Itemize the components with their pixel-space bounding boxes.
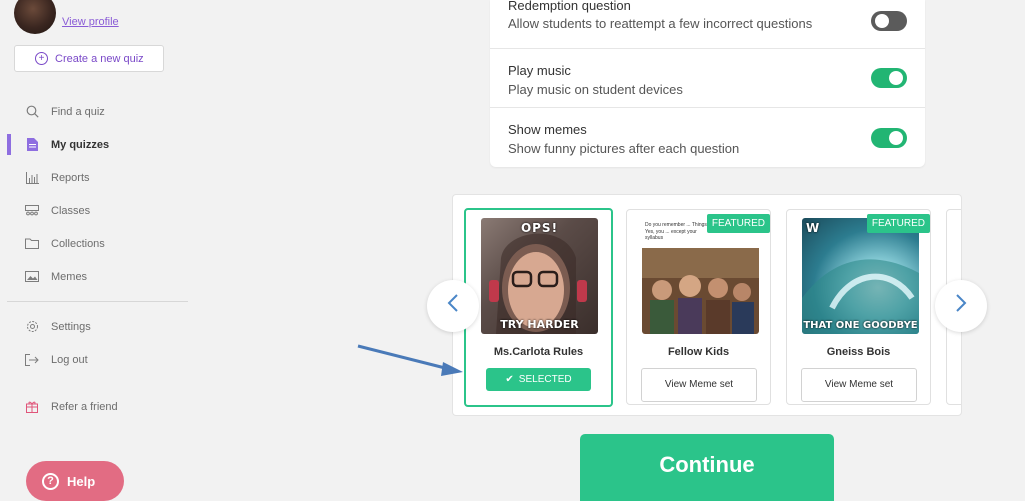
selected-button[interactable]: ✔ SELECTED	[486, 368, 591, 391]
selected-label: SELECTED	[518, 374, 572, 385]
sidebar-item-collections[interactable]: Collections	[0, 227, 188, 260]
chevron-left-icon	[447, 293, 459, 319]
meme-thumbnail: OPS! TRY HARDER	[481, 218, 598, 334]
carousel-next-button[interactable]	[935, 280, 987, 332]
sidebar-item-label: My quizzes	[51, 138, 110, 151]
plus-icon: +	[35, 52, 48, 65]
view-profile-link[interactable]: View profile	[62, 16, 119, 28]
view-meme-set-button[interactable]: View Meme set	[641, 368, 757, 402]
profile-area: View profile	[14, 0, 184, 40]
featured-badge: FEATURED	[706, 214, 770, 233]
sidebar-item-reports[interactable]: Reports	[0, 161, 188, 194]
meme-set-name: Fellow Kids	[667, 346, 730, 358]
play-music-toggle[interactable]	[871, 68, 907, 88]
meme-card[interactable]: OPS! TRY HARDER Ms.Carlota Rules ✔ SELEC…	[464, 208, 613, 407]
meme-top-text: OPS!	[520, 221, 559, 235]
meme-set-name: Ms.Carlota Rules	[493, 346, 584, 358]
meme-set-name: Gneiss Bois	[826, 346, 891, 358]
create-quiz-button[interactable]: + Create a new quiz	[14, 45, 164, 72]
setting-show-memes: Show memes Show funny pictures after eac…	[490, 109, 925, 167]
folder-icon	[25, 237, 39, 251]
sidebar-item-label: Collections	[51, 237, 105, 250]
check-icon: ✔	[505, 374, 514, 385]
gear-icon	[25, 320, 39, 334]
setting-title: Redemption question	[508, 0, 631, 13]
sidebar-item-classes[interactable]: Classes	[0, 194, 188, 227]
create-quiz-label: Create a new quiz	[55, 52, 144, 65]
show-memes-toggle[interactable]	[871, 128, 907, 148]
meme-bottom-text: TRY HARDER	[500, 318, 579, 331]
sidebar-item-memes[interactable]: Memes	[0, 260, 188, 293]
setting-description: Show funny pictures after each question	[508, 141, 740, 156]
image-icon	[25, 270, 39, 284]
question-icon: ?	[42, 472, 59, 490]
setting-description: Allow students to reattempt a few incorr…	[508, 16, 813, 31]
sidebar-item-label: Memes	[51, 270, 88, 283]
sidebar-item-find-quiz[interactable]: Find a quiz	[0, 95, 188, 128]
meme-bottom-text: THAT ONE GOODBYE	[803, 320, 918, 331]
classes-icon	[25, 204, 39, 218]
redemption-toggle[interactable]	[871, 11, 907, 31]
setting-title: Play music	[508, 63, 571, 78]
setting-play-music: Play music Play music on student devices	[490, 50, 925, 108]
meme-thumbnail: W THAT ONE GOODBYE	[802, 218, 919, 334]
chevron-right-icon	[955, 293, 967, 319]
sidebar-nav: Find a quiz My quizzes Reports Classes C…	[0, 95, 188, 423]
sidebar-item-label: Reports	[51, 171, 90, 184]
meme-card[interactable]: W THAT ONE GOODBYE FEATURED Gneiss Bois …	[786, 209, 931, 405]
sidebar-divider	[7, 301, 188, 302]
sidebar-item-settings[interactable]: Settings	[0, 310, 188, 343]
meme-card[interactable]: Do you remember ... Things? Yes, you ...…	[626, 209, 771, 405]
search-icon	[25, 105, 39, 119]
meme-thumbnail: Do you remember ... Things? Yes, you ...…	[642, 218, 759, 334]
help-button[interactable]: ? Help	[26, 461, 124, 501]
sidebar-item-label: Refer a friend	[51, 400, 118, 413]
continue-button[interactable]: Continue	[580, 434, 834, 501]
bar-chart-icon	[25, 171, 39, 185]
sidebar-item-label: Settings	[51, 320, 91, 333]
document-icon	[25, 138, 39, 152]
help-label: Help	[67, 473, 96, 489]
avatar[interactable]	[14, 0, 56, 34]
setting-title: Show memes	[508, 122, 587, 137]
view-meme-set-button[interactable]: View Meme set	[801, 368, 917, 402]
sidebar-item-refer-friend[interactable]: Refer a friend	[0, 390, 188, 423]
sidebar: View profile + Create a new quiz Find a …	[0, 0, 188, 501]
sidebar-item-my-quizzes[interactable]: My quizzes	[0, 128, 188, 161]
quiz-settings-panel: Redemption question Allow students to re…	[490, 0, 925, 167]
logout-icon	[25, 353, 39, 367]
gift-icon	[25, 400, 39, 414]
sidebar-item-label: Find a quiz	[51, 105, 105, 118]
setting-description: Play music on student devices	[508, 82, 683, 97]
featured-badge: FEATURED	[866, 214, 930, 233]
sidebar-item-logout[interactable]: Log out	[0, 343, 188, 376]
sidebar-item-label: Log out	[51, 353, 88, 366]
carousel-prev-button[interactable]	[427, 280, 479, 332]
annotation-arrow-icon	[355, 340, 465, 380]
meme-set-carousel: OPS! TRY HARDER Ms.Carlota Rules ✔ SELEC…	[452, 194, 962, 416]
sidebar-item-label: Classes	[51, 204, 91, 217]
setting-redemption-question: Redemption question Allow students to re…	[490, 0, 925, 49]
